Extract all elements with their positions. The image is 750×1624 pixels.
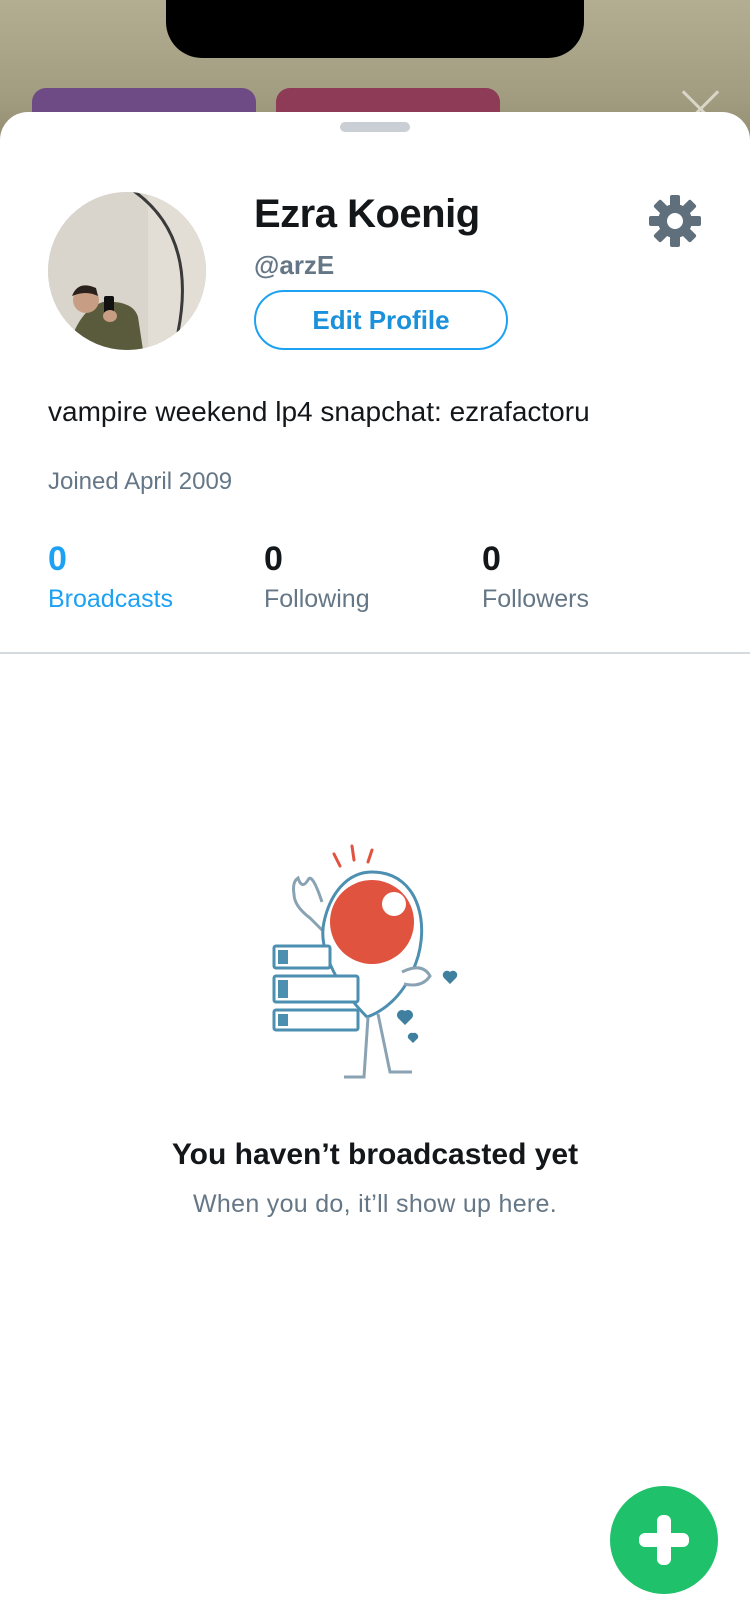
- edit-profile-button[interactable]: Edit Profile: [254, 290, 508, 350]
- empty-state-subtitle: When you do, it’ll show up here.: [193, 1190, 557, 1218]
- gear-icon[interactable]: [648, 194, 702, 248]
- empty-state-title: You haven’t broadcasted yet: [171, 1138, 579, 1171]
- joined-date: Joined April 2009: [48, 468, 233, 495]
- stat-count: 0: [48, 540, 67, 578]
- stat-label: Followers: [482, 585, 589, 613]
- stat-followers[interactable]: 0 Followers: [482, 540, 589, 614]
- stat-broadcasts[interactable]: 0 Broadcasts: [48, 540, 173, 614]
- stat-label: Broadcasts: [48, 585, 174, 613]
- avatar[interactable]: [48, 192, 206, 350]
- device-notch: [166, 0, 584, 58]
- new-broadcast-button[interactable]: [610, 1486, 718, 1594]
- stat-following[interactable]: 0 Following: [264, 540, 370, 614]
- divider: [0, 652, 750, 654]
- stat-count: 0: [482, 540, 501, 578]
- sheet-grabber[interactable]: [340, 122, 410, 132]
- empty-broadcast-illustration: [272, 842, 482, 1092]
- profile-handle: @arzE: [254, 250, 335, 280]
- profile-bio: vampire weekend lp4 snapchat: ezrafactor…: [48, 396, 590, 427]
- stat-label: Following: [264, 585, 370, 613]
- profile-sheet: Ezra Koenig @arzE Edit Profile vampire w…: [0, 112, 750, 1624]
- stat-count: 0: [264, 540, 283, 578]
- plus-icon: [639, 1515, 689, 1565]
- profile-name: Ezra Koenig: [254, 192, 480, 236]
